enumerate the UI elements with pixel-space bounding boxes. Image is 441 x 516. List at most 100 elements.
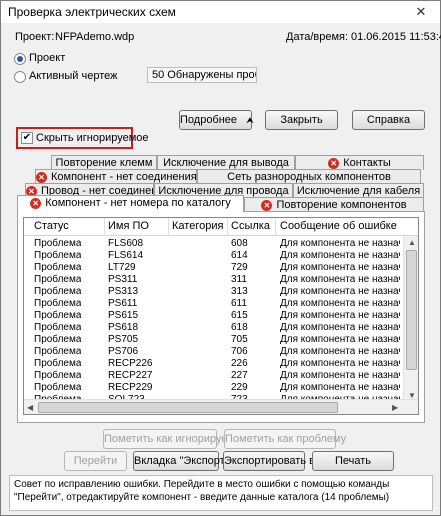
cell-message: Для компонента не назначен ном	[280, 382, 400, 393]
table-row[interactable]: Проблема LT729 729 Для компонента не назнач…	[24, 262, 404, 274]
cell-status: Проблема	[34, 238, 82, 249]
tab-component-no-connection[interactable]: ✕ Компонент - нет соединения	[35, 169, 197, 184]
cell-name: PS611	[108, 298, 138, 309]
export-all-button[interactable]: Экспортировать все	[223, 451, 326, 471]
cell-reference: 618	[231, 322, 248, 333]
error-icon: ✕	[328, 157, 340, 169]
horizontal-scroll-thumb[interactable]	[38, 402, 338, 413]
cell-status: Проблема	[34, 370, 82, 381]
cell-message: Для компонента не назначен ном	[280, 310, 400, 321]
vertical-scrollbar[interactable]: ▲ ▼	[403, 236, 418, 402]
cell-reference: 313	[231, 286, 248, 297]
cell-message: Для компонента не назначен ном	[280, 286, 400, 297]
table-row[interactable]: Проблема PS615 615 Для компонента не назнач…	[24, 310, 404, 322]
cell-reference: 729	[231, 262, 248, 273]
collapse-up-icon: ⮝	[246, 115, 254, 125]
cell-reference: 611	[231, 298, 247, 309]
column-header-message[interactable]: Сообщение об ошибке	[280, 220, 397, 232]
go-button[interactable]: Перейти	[64, 451, 127, 471]
scroll-right-icon[interactable]: ▶	[392, 403, 398, 412]
cell-message: Для компонента не назначен ном	[280, 370, 400, 381]
cell-name: PS618	[108, 322, 139, 333]
radio-project[interactable]	[14, 53, 26, 65]
tab-contacts[interactable]: ✕ Контакты	[295, 155, 424, 170]
print-button[interactable]: Печать	[312, 451, 394, 471]
vertical-scroll-thumb[interactable]	[406, 250, 417, 370]
cell-message: Для компонента не назначен ном	[280, 358, 400, 369]
table-header: Статус Имя ПО Категория Ссылка Сообщение…	[24, 218, 418, 236]
table-row[interactable]: Проблема RECP226 226 Для компонента не назн…	[24, 358, 404, 370]
cell-message: Для компонента не назначен ном	[280, 238, 400, 249]
details-button-label: Подробнее	[180, 114, 238, 126]
column-divider[interactable]	[275, 218, 276, 236]
hide-ignored-checkbox[interactable]: ✔	[21, 132, 33, 144]
cell-reference: 614	[231, 250, 248, 261]
mark-problem-button[interactable]: Пометить как проблему	[224, 429, 346, 449]
fix-advice-text: Совет по исправлению ошибки. Перейдите в…	[9, 475, 433, 511]
tab-label: Сеть разнородных компонентов	[227, 171, 391, 183]
table-row[interactable]: Проблема RECP229 229 Для компонента не назн…	[24, 382, 404, 394]
column-header-status[interactable]: Статус	[34, 220, 69, 232]
table-row[interactable]: Проблема FLS608 608 Для компонента не назна…	[24, 238, 404, 250]
column-divider[interactable]	[227, 218, 228, 236]
table-row[interactable]: Проблема PS706 706 Для компонента не назнач…	[24, 346, 404, 358]
cell-message: Для компонента не назначен ном	[280, 262, 400, 273]
datetime-label: Дата/время:	[286, 31, 349, 43]
cell-name: FLS608	[108, 238, 144, 249]
table-row[interactable]: Проблема PS705 705 Для компонента не назнач…	[24, 334, 404, 346]
tab-cable-exception[interactable]: Исключение для кабеля	[293, 183, 424, 198]
cell-status: Проблема	[34, 358, 82, 369]
scroll-left-icon[interactable]: ◀	[27, 403, 33, 412]
table-row[interactable]: Проблема PS311 311 Для компонента не назнач…	[24, 274, 404, 286]
help-button[interactable]: Справка	[352, 110, 425, 130]
horizontal-scrollbar[interactable]: ◀ ▶	[24, 399, 418, 414]
column-header-reference[interactable]: Ссылка	[231, 220, 270, 232]
dialog-window: Проверка электрических схем ✕ Проект: NF…	[0, 0, 441, 516]
table-row[interactable]: Проблема PS313 313 Для компонента не назнач…	[24, 286, 404, 298]
tab-label: Контакты	[343, 157, 391, 169]
column-header-category[interactable]: Категория	[172, 220, 223, 232]
table-row[interactable]: Проблема FLS614 614 Для компонента не назна…	[24, 250, 404, 262]
table-row[interactable]: Проблема PS618 618 Для компонента не назнач…	[24, 322, 404, 334]
tab-label: Повторение компонентов	[276, 199, 407, 211]
column-divider[interactable]	[168, 218, 169, 236]
tab-component-no-catalog[interactable]: ✕ Компонент - нет номера по каталогу	[17, 195, 244, 212]
column-divider[interactable]	[104, 218, 105, 236]
column-header-name[interactable]: Имя ПО	[108, 220, 149, 232]
cell-name: PS311	[108, 274, 138, 285]
error-icon: ✕	[30, 197, 42, 209]
close-button[interactable]: Закрыть	[265, 110, 338, 130]
project-label: Проект:	[15, 31, 55, 43]
tab-terminal-duplicates[interactable]: Повторение клемм	[51, 155, 157, 170]
tab-label: Компонент - нет соединения	[51, 171, 197, 183]
cell-status: Проблема	[34, 298, 82, 309]
title-bar: Проверка электрических схем ✕	[1, 1, 440, 23]
tab-label: Исключение для вывода	[163, 157, 289, 169]
close-window-icon[interactable]: ✕	[408, 3, 434, 20]
cell-reference: 615	[231, 310, 248, 321]
tab-component-duplicates[interactable]: ✕ Повторение компонентов	[244, 197, 424, 212]
cell-status: Проблема	[34, 382, 82, 393]
cell-status: Проблема	[34, 286, 82, 297]
error-icon: ✕	[261, 199, 273, 211]
tab-pin-exception[interactable]: Исключение для вывода	[157, 155, 295, 170]
cell-name: PS705	[108, 334, 139, 345]
table-row[interactable]: Проблема PS611 611 Для компонента не назнач…	[24, 298, 404, 310]
table-row[interactable]: Проблема RECP227 227 Для компонента не назн…	[24, 370, 404, 382]
scroll-up-icon[interactable]: ▲	[408, 238, 416, 247]
export-tab-button[interactable]: Вкладка "Экспорт"	[133, 451, 229, 471]
cell-reference: 311	[231, 274, 247, 285]
tab-label: Повторение клемм	[55, 157, 153, 169]
hide-ignored-label: Скрыть игнорируемое	[36, 132, 149, 144]
cell-reference: 705	[231, 334, 248, 345]
mark-ignored-button[interactable]: Пометить как игнорируемое	[103, 429, 247, 449]
cell-message: Для компонента не назначен ном	[280, 346, 400, 357]
details-button[interactable]: Подробнее ⮝	[179, 110, 254, 130]
radio-active-drawing[interactable]	[14, 71, 26, 83]
tab-label: Исключение для кабеля	[296, 185, 421, 197]
cell-name: RECP227	[108, 370, 153, 381]
tab-mixed-component-network[interactable]: Сеть разнородных компонентов	[197, 169, 421, 184]
datetime-value: 01.06.2015 11:53:48	[351, 31, 441, 43]
cell-message: Для компонента не назначен ном	[280, 334, 400, 345]
cell-message: Для компонента не назначен ном	[280, 298, 400, 309]
